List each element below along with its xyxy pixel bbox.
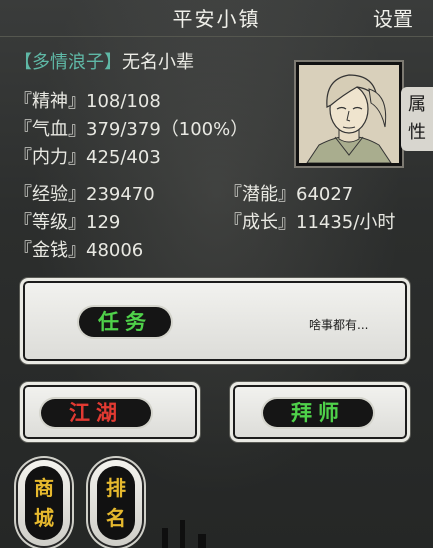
ink-stroke [180, 520, 185, 548]
jianghu-button[interactable]: 江湖 [20, 382, 200, 442]
stat-label: 『成长』 [224, 212, 296, 233]
stat-qianneng: 『潜能』64027 [224, 180, 353, 206]
stat-value: 64027 [296, 184, 354, 205]
stat-value: 48006 [86, 240, 144, 261]
attributes-tab-label: 属性 [408, 94, 426, 143]
jianghu-label: 江湖 [41, 399, 151, 427]
stat-jingshen: 『精神』108/108 [14, 87, 161, 113]
top-bar: 平安小镇 设置 [0, 0, 433, 34]
player-title-tag: 【多情浪子】 [14, 52, 122, 73]
stat-label: 『等级』 [14, 212, 86, 233]
player-name: 无名小辈 [122, 52, 194, 73]
stat-label: 『气血』 [14, 119, 86, 140]
baishi-label: 拜师 [263, 399, 373, 427]
player-name-line: 【多情浪子】无名小辈 [14, 48, 194, 74]
shop-label: 商城 [25, 466, 63, 540]
stat-dengji: 『等级』129 [14, 208, 120, 234]
stat-label: 『内力』 [14, 147, 86, 168]
stat-label: 『金钱』 [14, 240, 86, 261]
shop-button[interactable]: 商城 [18, 460, 70, 546]
mission-status: 啥事都有... [309, 318, 369, 332]
ink-stroke [198, 534, 206, 548]
character-portrait[interactable] [296, 62, 402, 166]
stat-label: 『精神』 [14, 91, 86, 112]
character-face-image [299, 65, 399, 164]
stat-chengzhang: 『成长』11435/小时 [224, 208, 395, 234]
stat-value: 379/379（100%） [86, 119, 249, 140]
mission-label: 任务 [79, 307, 171, 337]
stat-label: 『经验』 [14, 184, 86, 205]
stat-jinqian: 『金钱』48006 [14, 236, 143, 262]
mission-panel[interactable]: 任务 啥事都有... [20, 278, 410, 364]
stat-label: 『潜能』 [224, 184, 296, 205]
stat-value: 425/403 [86, 147, 161, 168]
ranking-button[interactable]: 排名 [90, 460, 142, 546]
stat-value: 11435/小时 [296, 212, 396, 233]
stat-value: 108/108 [86, 91, 161, 112]
stat-value: 129 [86, 212, 121, 233]
baishi-button[interactable]: 拜师 [230, 382, 410, 442]
settings-button[interactable]: 设置 [373, 3, 413, 32]
stat-neili: 『内力』425/403 [14, 143, 161, 169]
attributes-tab[interactable]: 属性 [401, 87, 433, 151]
stat-value: 239470 [86, 184, 155, 205]
location-title: 平安小镇 [172, 7, 261, 31]
stat-jingyan: 『经验』239470 [14, 180, 155, 206]
header-divider [0, 36, 433, 37]
ink-stroke [162, 528, 168, 548]
stat-qixue: 『气血』379/379（100%） [14, 115, 248, 141]
ranking-label: 排名 [97, 466, 135, 540]
